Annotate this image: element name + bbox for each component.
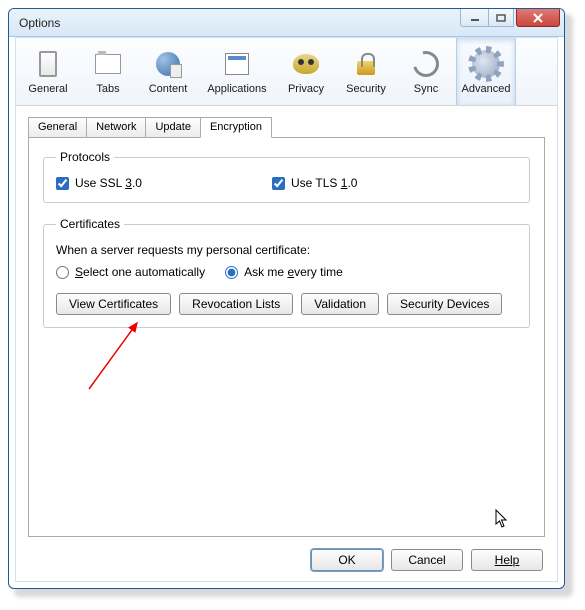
dialog-button-bar: OK Cancel Help bbox=[311, 549, 543, 571]
content-icon bbox=[152, 48, 184, 80]
close-button[interactable] bbox=[516, 9, 560, 27]
certificates-legend: Certificates bbox=[56, 217, 124, 231]
category-label: Content bbox=[149, 83, 188, 95]
sub-tabstrip: General Network Update Encryption bbox=[28, 117, 545, 138]
category-toolbar: General Tabs Content Applications Privac… bbox=[16, 38, 557, 106]
category-privacy[interactable]: Privacy bbox=[276, 38, 336, 105]
category-security[interactable]: Security bbox=[336, 38, 396, 105]
ok-button[interactable]: OK bbox=[311, 549, 383, 571]
general-icon bbox=[32, 48, 64, 80]
category-applications[interactable]: Applications bbox=[198, 38, 276, 105]
category-content[interactable]: Content bbox=[138, 38, 198, 105]
category-sync[interactable]: Sync bbox=[396, 38, 456, 105]
category-tabs[interactable]: Tabs bbox=[78, 38, 138, 105]
category-advanced[interactable]: Advanced bbox=[456, 38, 516, 105]
category-general[interactable]: General bbox=[18, 38, 78, 105]
maximize-button[interactable] bbox=[488, 9, 514, 27]
minimize-icon bbox=[470, 14, 480, 22]
sync-icon bbox=[410, 48, 442, 80]
protocols-group: Protocols Use SSL 3.0 Use TLS 1.0 bbox=[43, 150, 530, 203]
tab-network[interactable]: Network bbox=[86, 117, 146, 138]
cert-prompt-text: When a server requests my personal certi… bbox=[56, 243, 517, 257]
certificates-group: Certificates When a server requests my p… bbox=[43, 217, 530, 328]
protocols-legend: Protocols bbox=[56, 150, 114, 164]
cancel-button[interactable]: Cancel bbox=[391, 549, 463, 571]
category-label: General bbox=[28, 83, 67, 95]
tab-encryption[interactable]: Encryption bbox=[200, 117, 272, 138]
ssl-checkbox-input[interactable] bbox=[56, 177, 69, 190]
radio-ask-every-time[interactable]: Ask me every time bbox=[225, 265, 343, 279]
category-label: Security bbox=[346, 83, 386, 95]
security-devices-button[interactable]: Security Devices bbox=[387, 293, 502, 315]
tabs-icon bbox=[92, 48, 124, 80]
category-label: Privacy bbox=[288, 83, 324, 95]
tab-general[interactable]: General bbox=[28, 117, 87, 138]
tab-update[interactable]: Update bbox=[145, 117, 200, 138]
use-tls-checkbox[interactable]: Use TLS 1.0 bbox=[272, 176, 358, 190]
category-label: Tabs bbox=[96, 83, 119, 95]
category-label: Sync bbox=[414, 83, 438, 95]
privacy-icon bbox=[290, 48, 322, 80]
security-icon bbox=[350, 48, 382, 80]
maximize-icon bbox=[496, 14, 506, 22]
category-label: Advanced bbox=[462, 83, 511, 95]
window-title: Options bbox=[19, 16, 60, 30]
encryption-panel: Protocols Use SSL 3.0 Use TLS 1.0 Certi bbox=[28, 137, 545, 537]
titlebar: Options bbox=[9, 9, 564, 37]
close-icon bbox=[532, 13, 544, 23]
view-certificates-button[interactable]: View Certificates bbox=[56, 293, 171, 315]
auto-radio-input[interactable] bbox=[56, 266, 69, 279]
tls-label: Use TLS 1.0 bbox=[291, 176, 358, 190]
auto-label: Select one automatically bbox=[75, 265, 205, 279]
tls-checkbox-input[interactable] bbox=[272, 177, 285, 190]
validation-button[interactable]: Validation bbox=[301, 293, 379, 315]
ask-label: Ask me every time bbox=[244, 265, 343, 279]
category-label: Applications bbox=[207, 83, 266, 95]
ask-radio-input[interactable] bbox=[225, 266, 238, 279]
options-window: Options General Tabs Co bbox=[8, 8, 565, 589]
radio-select-auto[interactable]: Select one automatically bbox=[56, 265, 205, 279]
advanced-icon bbox=[470, 48, 502, 80]
revocation-lists-button[interactable]: Revocation Lists bbox=[179, 293, 293, 315]
applications-icon bbox=[221, 48, 253, 80]
ssl-label: Use SSL 3.0 bbox=[75, 176, 142, 190]
help-button[interactable]: Help bbox=[471, 549, 543, 571]
minimize-button[interactable] bbox=[460, 9, 488, 27]
use-ssl-checkbox[interactable]: Use SSL 3.0 bbox=[56, 176, 142, 190]
